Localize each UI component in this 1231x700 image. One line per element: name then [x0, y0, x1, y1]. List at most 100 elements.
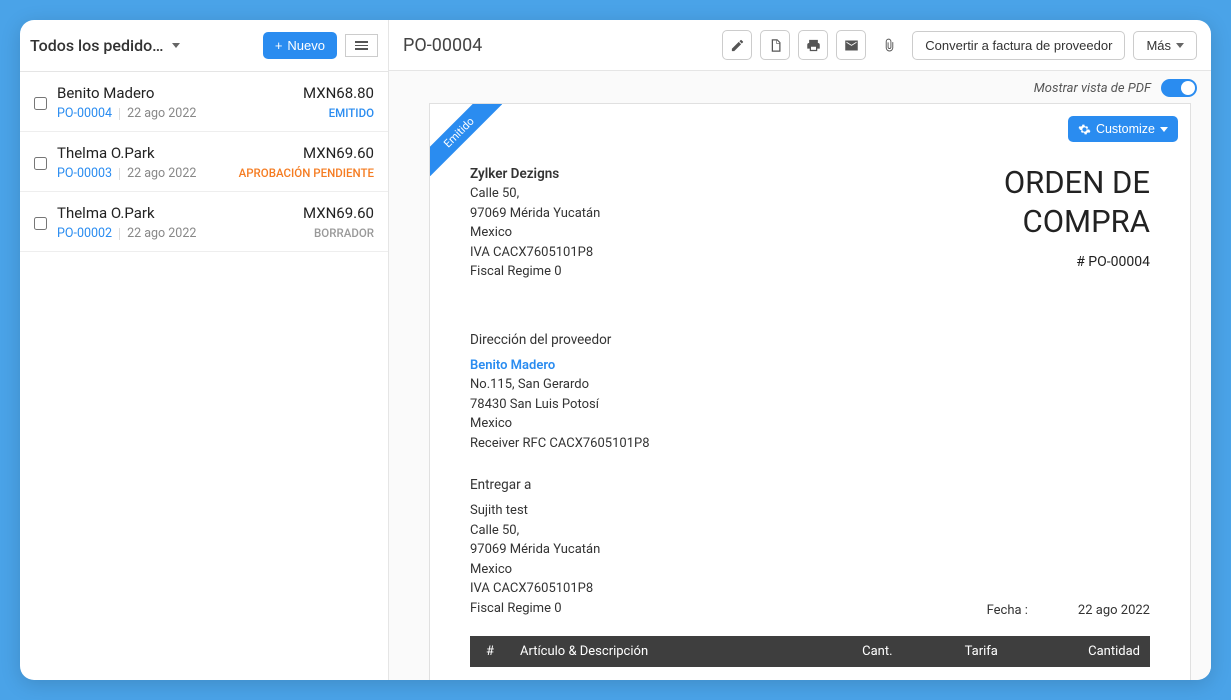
document-number: # PO-00004	[1004, 254, 1150, 270]
col-rate: Tarifa	[903, 636, 1008, 667]
date-row: Fecha : 22 ago 2022	[987, 603, 1150, 618]
document-title-line: ORDEN DE	[1004, 164, 1150, 203]
company-line: Fiscal Regime 0	[470, 262, 600, 282]
page-title: PO-00004	[403, 35, 714, 56]
cell-rate: 10.00	[903, 667, 1008, 680]
file-pdf-icon	[768, 38, 783, 53]
status-badge: APROBACIÓN PENDIENTE	[239, 166, 374, 180]
po-date: 22 ago 2022	[127, 106, 196, 121]
po-date: 22 ago 2022	[127, 226, 196, 241]
deliver-line: Calle 50,	[470, 521, 600, 541]
sidebar: Todos los pedido… + Nuevo Benito Madero …	[20, 20, 389, 680]
separator	[119, 228, 120, 240]
col-amount: Cantidad	[1008, 636, 1150, 667]
po-link[interactable]: PO-00004	[57, 106, 112, 121]
plus-icon: +	[275, 38, 283, 53]
cell-num: 1	[470, 667, 510, 680]
table-header-row: # Artículo & Descripción Cant. Tarifa Ca…	[470, 636, 1150, 667]
edit-button[interactable]	[722, 30, 752, 60]
po-date: 22 ago 2022	[127, 166, 196, 181]
list-item[interactable]: Thelma O.Park MXN69.60 PO-00002 22 ago 2…	[20, 192, 388, 252]
print-button[interactable]	[798, 30, 828, 60]
vendor-line: Receiver RFC CACX7605101P8	[470, 434, 1150, 454]
deliver-address: Sujith test Calle 50, 97069 Mérida Yucat…	[470, 501, 600, 618]
status-badge: EMITIDO	[329, 106, 374, 120]
customize-button[interactable]: Customize	[1068, 116, 1178, 142]
table-row: 1 Onyx Vase 1.00 10.00 10.00	[470, 667, 1150, 680]
date-label: Fecha :	[987, 603, 1028, 618]
list-item-body: Thelma O.Park MXN69.60 PO-00002 22 ago 2…	[57, 204, 374, 241]
row-checkbox[interactable]	[34, 86, 47, 121]
document-area[interactable]: Emitido Customize Zylker Dezigns Calle 5…	[389, 103, 1211, 680]
date-value: 22 ago 2022	[1078, 603, 1150, 618]
chevron-down-icon	[1176, 43, 1184, 48]
vendor-name: Thelma O.Park	[57, 144, 155, 162]
convert-button[interactable]: Convertir a factura de proveedor	[912, 31, 1125, 60]
list-options-button[interactable]	[345, 34, 378, 57]
document-title-line: COMPRA	[1004, 203, 1150, 242]
new-button-label: Nuevo	[287, 38, 325, 53]
deliver-line: Sujith test	[470, 501, 600, 521]
list-item[interactable]: Thelma O.Park MXN69.60 PO-00003 22 ago 2…	[20, 132, 388, 192]
purchase-order-document: Emitido Customize Zylker Dezigns Calle 5…	[429, 103, 1191, 680]
convert-button-label: Convertir a factura de proveedor	[925, 38, 1112, 53]
paperclip-icon	[882, 38, 897, 53]
items-table: # Artículo & Descripción Cant. Tarifa Ca…	[470, 636, 1150, 680]
separator	[119, 108, 120, 120]
row-checkbox[interactable]	[34, 146, 47, 181]
list-item[interactable]: Benito Madero MXN68.80 PO-00004 22 ago 2…	[20, 72, 388, 132]
deliver-line: Mexico	[470, 560, 600, 580]
mail-button[interactable]	[836, 30, 866, 60]
po-link[interactable]: PO-00002	[57, 226, 112, 241]
amount: MXN69.60	[303, 204, 374, 222]
vendor-section-label: Dirección del proveedor	[470, 332, 1150, 348]
filter-dropdown[interactable]: Todos los pedido…	[30, 32, 255, 59]
col-num: #	[470, 636, 510, 667]
vendor-line: 78430 San Luis Potosí	[470, 395, 1150, 415]
vendor-name: Thelma O.Park	[57, 204, 155, 222]
amount: MXN69.60	[303, 144, 374, 162]
company-line: IVA CACX7605101P8	[470, 243, 600, 263]
deliver-row: Sujith test Calle 50, 97069 Mérida Yucat…	[470, 501, 1150, 618]
company-line: Calle 50,	[470, 184, 600, 204]
document-header: Zylker Dezigns Calle 50, 97069 Mérida Yu…	[470, 164, 1150, 282]
status-ribbon-label: Emitido	[430, 104, 502, 176]
app-frame: Todos los pedido… + Nuevo Benito Madero …	[20, 20, 1211, 680]
po-list: Benito Madero MXN68.80 PO-00004 22 ago 2…	[20, 72, 388, 252]
list-item-body: Benito Madero MXN68.80 PO-00004 22 ago 2…	[57, 84, 374, 121]
deliver-line: IVA CACX7605101P8	[470, 579, 600, 599]
chevron-down-icon	[1160, 127, 1168, 132]
po-link[interactable]: PO-00003	[57, 166, 112, 181]
amount: MXN68.80	[303, 84, 374, 102]
new-button[interactable]: + Nuevo	[263, 32, 337, 59]
row-checkbox[interactable]	[34, 206, 47, 241]
main: PO-00004 Convertir a factura de proveedo…	[389, 20, 1211, 680]
envelope-icon	[844, 38, 859, 53]
vendor-name: Benito Madero	[470, 356, 1150, 376]
pencil-icon	[730, 38, 745, 53]
deliver-section-label: Entregar a	[470, 477, 1150, 493]
company-line: Mexico	[470, 223, 600, 243]
cell-amount: 10.00	[1008, 667, 1150, 680]
pdf-toggle-label: Mostrar vista de PDF	[1034, 81, 1151, 96]
gear-icon	[1078, 123, 1091, 136]
status-badge: BORRADOR	[314, 226, 374, 240]
deliver-line: 97069 Mérida Yucatán	[470, 540, 600, 560]
document-title-block: ORDEN DE COMPRA # PO-00004	[1004, 164, 1150, 282]
more-button[interactable]: Más	[1133, 31, 1197, 60]
col-desc: Artículo & Descripción	[510, 636, 803, 667]
pdf-toggle[interactable]	[1161, 79, 1197, 97]
attach-button[interactable]	[874, 30, 904, 60]
filter-label: Todos los pedido…	[30, 36, 164, 55]
vendor-line: Mexico	[470, 414, 1150, 434]
vendor-address: Benito Madero No.115, San Gerardo 78430 …	[470, 356, 1150, 454]
list-item-body: Thelma O.Park MXN69.60 PO-00003 22 ago 2…	[57, 144, 374, 181]
main-header: PO-00004 Convertir a factura de proveedo…	[389, 20, 1211, 71]
company-block: Zylker Dezigns Calle 50, 97069 Mérida Yu…	[470, 164, 600, 282]
vendor-name: Benito Madero	[57, 84, 154, 102]
pdf-button[interactable]	[760, 30, 790, 60]
cell-desc: Onyx Vase	[510, 667, 803, 680]
hamburger-icon	[355, 41, 368, 50]
status-ribbon: Emitido	[430, 104, 502, 176]
more-button-label: Más	[1146, 38, 1171, 53]
